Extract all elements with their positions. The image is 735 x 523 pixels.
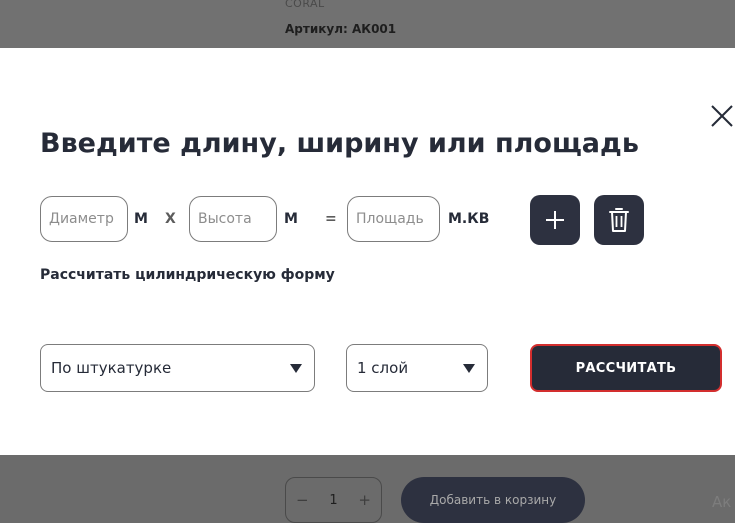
quantity-stepper[interactable]: − 1 + [285, 477, 382, 523]
background-product-header: CORAL Артикул: АК001 [0, 0, 735, 48]
close-icon [711, 105, 733, 127]
trash-icon [609, 208, 629, 232]
sku-value: АК001 [351, 22, 397, 36]
multiply-sign: Х [165, 211, 176, 227]
calculate-button[interactable]: РАССЧИТАТЬ [530, 344, 722, 392]
equals-sign: = [325, 211, 337, 227]
calculator-modal: Введите длину, ширину или площадь М Х М … [0, 48, 735, 455]
area-unit: М.КВ [448, 211, 490, 227]
decrement-button[interactable]: − [296, 491, 309, 509]
background-edge-text: Ак [712, 493, 732, 511]
add-to-cart-button[interactable]: Добавить в корзину [401, 477, 585, 523]
quantity-value: 1 [329, 492, 338, 508]
diameter-unit: М [134, 211, 148, 227]
sku-line: Артикул: АК001 [285, 22, 396, 36]
plus-icon [546, 211, 564, 229]
sku-label: Артикул: [285, 22, 348, 36]
triangle-down-icon [463, 363, 475, 373]
diameter-input[interactable] [40, 196, 128, 242]
cylinder-calculation-link[interactable]: Рассчитать цилиндрическую форму [40, 267, 335, 283]
close-button[interactable] [709, 103, 735, 129]
modal-title: Введите длину, ширину или площадь [40, 128, 639, 159]
area-input[interactable] [347, 196, 440, 242]
add-row-button[interactable] [530, 195, 580, 245]
surface-type-value: По штукатурке [51, 359, 172, 377]
layers-select[interactable]: 1 слой [346, 344, 488, 392]
triangle-down-icon [290, 363, 302, 373]
layers-value: 1 слой [357, 359, 409, 377]
brand-name: CORAL [285, 0, 325, 10]
height-input[interactable] [189, 196, 277, 242]
surface-type-select[interactable]: По штукатурке [40, 344, 315, 392]
delete-row-button[interactable] [594, 195, 644, 245]
height-unit: М [284, 211, 298, 227]
increment-button[interactable]: + [358, 491, 371, 509]
